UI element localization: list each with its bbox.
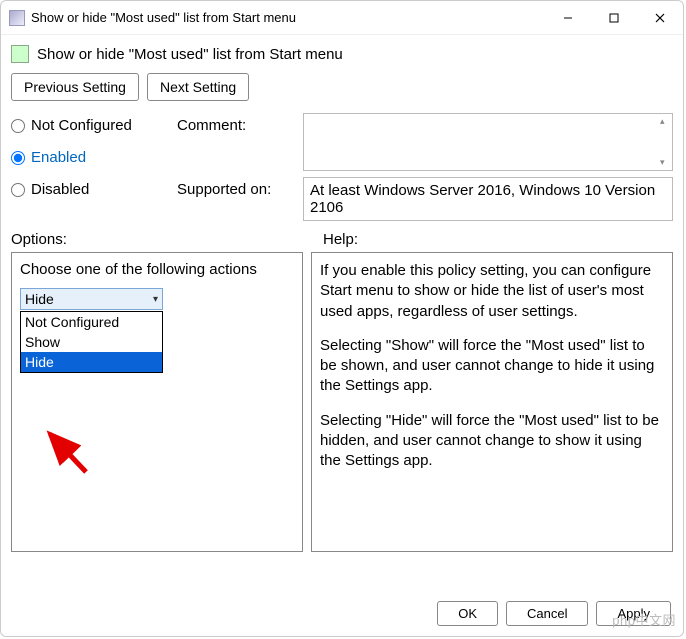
action-dropdown: Not Configured Show Hide: [20, 311, 163, 373]
next-setting-button[interactable]: Next Setting: [147, 73, 249, 101]
options-heading: Options:: [11, 231, 309, 248]
radio-disabled[interactable]: Disabled: [11, 177, 171, 202]
dropdown-item-show[interactable]: Show: [21, 332, 162, 352]
radio-not-configured-input[interactable]: [11, 119, 25, 133]
maximize-button[interactable]: [591, 1, 637, 35]
help-paragraph-2: Selecting "Show" will force the "Most us…: [320, 336, 664, 397]
scroll-up-icon: ▴: [660, 116, 670, 127]
help-paragraph-3: Selecting "Hide" will force the "Most us…: [320, 411, 664, 472]
radio-disabled-label: Disabled: [31, 181, 89, 198]
help-pane: If you enable this policy setting, you c…: [311, 252, 673, 552]
radio-enabled-label: Enabled: [31, 149, 86, 166]
chevron-down-icon: ▾: [153, 294, 158, 305]
dropdown-item-not-configured[interactable]: Not Configured: [21, 312, 162, 332]
radio-disabled-input[interactable]: [11, 183, 25, 197]
help-paragraph-1: If you enable this policy setting, you c…: [320, 261, 664, 322]
policy-icon: [11, 45, 29, 63]
cancel-button[interactable]: Cancel: [506, 601, 588, 626]
watermark: php中文网: [612, 610, 676, 629]
options-prompt: Choose one of the following actions: [20, 261, 294, 278]
policy-window-icon: [9, 10, 25, 26]
radio-enabled[interactable]: Enabled: [11, 145, 171, 170]
window-title: Show or hide "Most used" list from Start…: [31, 10, 545, 25]
scroll-down-icon: ▾: [660, 157, 670, 168]
action-combobox-value: Hide: [25, 291, 54, 307]
pane-labels: Options: Help:: [1, 225, 683, 252]
window: Show or hide "Most used" list from Start…: [0, 0, 684, 637]
comment-textarea[interactable]: ▴ ▾: [303, 113, 673, 171]
ok-button[interactable]: OK: [437, 601, 498, 626]
minimize-button[interactable]: [545, 1, 591, 35]
options-pane: Choose one of the following actions Hide…: [11, 252, 303, 552]
radio-not-configured[interactable]: Not Configured: [11, 113, 171, 138]
supported-text: At least Windows Server 2016, Windows 10…: [303, 177, 673, 221]
policy-title: Show or hide "Most used" list from Start…: [37, 46, 343, 63]
maximize-icon: [609, 13, 619, 23]
action-combobox[interactable]: Hide ▾: [20, 288, 163, 310]
dropdown-item-hide[interactable]: Hide: [21, 352, 162, 372]
nav-buttons: Previous Setting Next Setting: [1, 69, 683, 109]
panes: Choose one of the following actions Hide…: [1, 252, 683, 552]
previous-setting-button[interactable]: Previous Setting: [11, 73, 139, 101]
close-icon: [655, 13, 665, 23]
titlebar: Show or hide "Most used" list from Start…: [1, 1, 683, 35]
help-heading: Help:: [309, 231, 673, 248]
minimize-icon: [563, 13, 573, 23]
comment-label: Comment:: [177, 113, 297, 134]
window-controls: [545, 1, 683, 35]
close-button[interactable]: [637, 1, 683, 35]
radio-not-configured-label: Not Configured: [31, 117, 132, 134]
config-area: Not Configured Enabled Disabled Comment:…: [1, 109, 683, 225]
supported-value: At least Windows Server 2016, Windows 10…: [310, 182, 655, 216]
radio-enabled-input[interactable]: [11, 151, 25, 165]
supported-label: Supported on:: [177, 177, 297, 198]
header: Show or hide "Most used" list from Start…: [1, 35, 683, 69]
